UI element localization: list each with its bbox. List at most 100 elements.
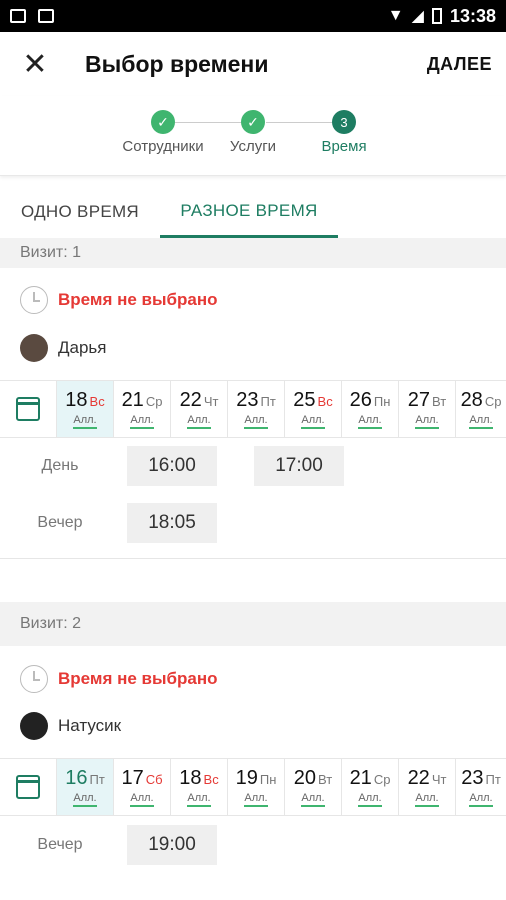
date-availability: Алл.	[244, 414, 268, 429]
signal-icon: ◢	[411, 8, 424, 25]
date-cell[interactable]: 26 Пн Алл.	[342, 381, 399, 437]
date-weekday: Ср	[484, 394, 502, 409]
calendar-button[interactable]	[0, 759, 57, 815]
date-day: 21	[121, 389, 144, 411]
date-cell[interactable]: 23 Пт Алл.	[228, 381, 285, 437]
date-day: 28	[460, 389, 483, 411]
step-time: 3 Время	[315, 110, 373, 155]
step-services: ✓ Услуги	[222, 110, 284, 155]
avatar	[20, 712, 48, 740]
date-day: 20	[293, 767, 317, 789]
date-day: 19	[235, 767, 258, 789]
time-slot[interactable]: 19:00	[127, 825, 217, 865]
date-availability: Алл.	[469, 414, 493, 429]
status-text: Время не выбрано	[58, 290, 218, 309]
date-cell[interactable]: 18 Вс Алл.	[57, 381, 114, 437]
date-cell[interactable]: 22 Чт Алл.	[399, 759, 456, 815]
date-day: 23	[461, 767, 484, 789]
date-availability: Алл.	[244, 792, 268, 807]
date-cell[interactable]: 18 Вс Алл.	[171, 759, 228, 815]
clock-icon	[20, 286, 48, 314]
date-availability: Алл.	[301, 414, 325, 429]
status-bar: ▼ ◢ 13:38	[0, 0, 506, 32]
date-cell[interactable]: 17 Сб Алл.	[114, 759, 171, 815]
date-availability: Алл.	[301, 792, 325, 807]
date-weekday: Пт	[485, 772, 501, 787]
date-day: 26	[349, 389, 372, 411]
date-availability: Алл.	[187, 792, 211, 807]
date-day: 17	[121, 767, 144, 789]
date-weekday: Пн	[259, 772, 277, 787]
time-slot[interactable]: 16:00	[127, 446, 217, 486]
date-cell[interactable]: 27 Вт Алл.	[399, 381, 456, 437]
date-weekday: Вт	[318, 772, 333, 787]
date-cell[interactable]: 25 Вс Алл.	[285, 381, 342, 437]
period-label-evening: Вечер	[37, 514, 83, 531]
date-cell[interactable]: 23 Пт Алл.	[456, 759, 506, 815]
date-day: 22	[179, 389, 202, 411]
date-availability: Алл.	[130, 414, 154, 429]
date-weekday: Ср	[145, 394, 163, 409]
tab-different-time[interactable]: РАЗНОЕ ВРЕМЯ	[160, 186, 338, 238]
time-slot[interactable]: 18:05	[127, 503, 217, 543]
date-availability: Алл.	[358, 792, 382, 807]
date-cell[interactable]: 16 Пт Алл.	[57, 759, 114, 815]
mode-tabs: ОДНО ВРЕМЯ РАЗНОЕ ВРЕМЯ	[0, 186, 506, 238]
employee-name: Дарья	[58, 338, 107, 357]
calendar-button[interactable]	[0, 381, 57, 437]
date-strip: 18 Вс Алл. 21 Ср Алл. 22 Чт Алл. 23 Пт Алл. 25 Вс…	[0, 380, 506, 438]
period-label-evening: Вечер	[37, 836, 83, 853]
battery-icon	[431, 8, 442, 24]
visit-header: Визит: 2	[0, 602, 506, 646]
date-availability: Алл.	[130, 792, 154, 807]
calendar-icon	[16, 397, 40, 421]
date-availability: Алл.	[469, 792, 493, 807]
check-icon: ✓	[151, 110, 175, 134]
date-weekday: Вс	[203, 772, 219, 787]
date-weekday: Пт	[89, 772, 105, 787]
visit-status: Время не выбрано	[20, 665, 218, 693]
date-availability: Алл.	[358, 414, 382, 429]
date-cell[interactable]: 19 Пн Алл.	[228, 759, 285, 815]
visit-employee[interactable]: Натусик	[20, 712, 121, 740]
stepper: ✓ Сотрудники ✓ Услуги 3 Время	[0, 96, 506, 176]
visit-status: Время не выбрано	[20, 286, 218, 314]
date-cell[interactable]: 21 Ср Алл.	[342, 759, 399, 815]
employee-name: Натусик	[58, 716, 122, 735]
visit-employee[interactable]: Дарья	[20, 334, 107, 362]
time-slot[interactable]: 17:00	[254, 446, 344, 486]
date-availability: Алл.	[73, 414, 97, 429]
date-availability: Алл.	[73, 792, 97, 807]
date-availability: Алл.	[415, 414, 439, 429]
date-cell[interactable]: 28 Ср Алл.	[456, 381, 506, 437]
date-weekday: Ср	[373, 772, 391, 787]
date-weekday: Вс	[89, 394, 105, 409]
app-bar: ✕ Выбор времени ДАЛЕЕ	[0, 32, 506, 96]
next-button[interactable]: ДАЛЕЕ	[427, 54, 492, 75]
date-day: 22	[407, 767, 430, 789]
date-day: 18	[179, 767, 202, 789]
calendar-icon	[16, 775, 40, 799]
step-label: Время	[321, 138, 367, 155]
date-weekday: Пт	[260, 394, 276, 409]
date-weekday: Чт	[431, 772, 447, 787]
clock-icon	[20, 665, 48, 693]
divider	[0, 558, 506, 559]
date-day: 23	[236, 389, 259, 411]
wifi-icon: ▼	[387, 7, 404, 24]
step-label: Услуги	[229, 138, 277, 155]
date-day: 27	[407, 389, 431, 411]
date-weekday: Пн	[373, 394, 391, 409]
app-notification-icon	[38, 9, 54, 23]
check-icon: ✓	[241, 110, 265, 134]
step-number: 3	[332, 110, 356, 134]
visit-header: Визит: 1	[0, 238, 506, 268]
page-title: Выбор времени	[85, 50, 269, 77]
date-cell[interactable]: 20 Вт Алл.	[285, 759, 342, 815]
close-button[interactable]: ✕	[0, 32, 70, 96]
date-weekday: Вт	[432, 394, 447, 409]
date-weekday: Вс	[317, 394, 333, 409]
date-cell[interactable]: 22 Чт Алл.	[171, 381, 228, 437]
tab-single-time[interactable]: ОДНО ВРЕМЯ	[0, 186, 160, 238]
date-cell[interactable]: 21 Ср Алл.	[114, 381, 171, 437]
